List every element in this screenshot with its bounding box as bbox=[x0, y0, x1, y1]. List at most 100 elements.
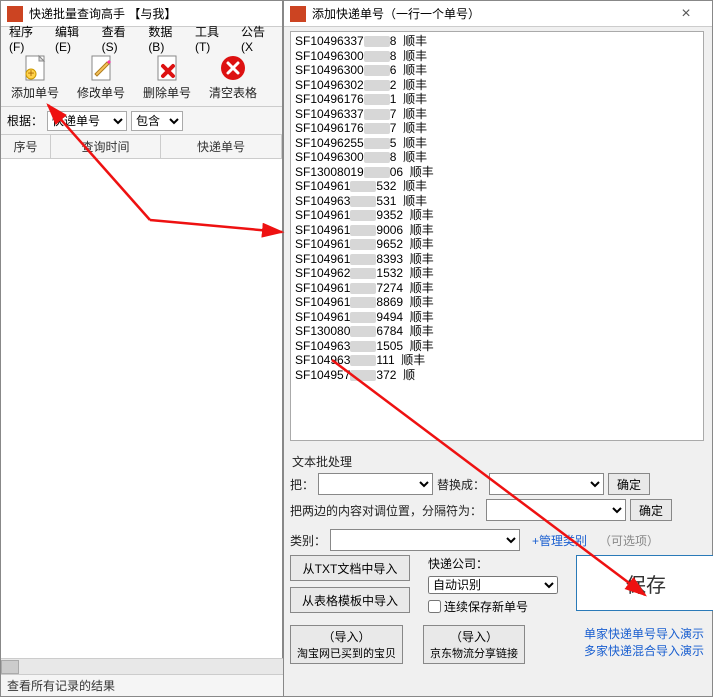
tracking-line: SF104963377 顺丰 bbox=[295, 107, 699, 122]
tracking-line: SF1049619652 顺丰 bbox=[295, 237, 699, 252]
tracking-line: SF1049619494 顺丰 bbox=[295, 310, 699, 325]
close-icon[interactable]: × bbox=[666, 5, 706, 23]
tracking-line: SF1300801906 顺丰 bbox=[295, 165, 699, 180]
col-tracking[interactable]: 快递单号 bbox=[161, 135, 282, 158]
filter-row: 根据： 快递单号 包含 bbox=[1, 107, 282, 135]
import-txt-button[interactable]: 从TXT文档中导入 bbox=[290, 555, 410, 581]
add-tracking-dialog: 添加快递单号（一行一个单号） × SF104963378 顺丰SF1049630… bbox=[283, 0, 713, 697]
tracking-line: SF104963008 顺丰 bbox=[295, 150, 699, 165]
filter-field-select[interactable]: 快递单号 bbox=[47, 111, 127, 131]
edit-tracking-button[interactable]: 修改单号 bbox=[71, 52, 131, 104]
replace-to-select[interactable] bbox=[489, 473, 604, 495]
swap-label: 把两边的内容对调位置，分隔符为： bbox=[290, 502, 482, 519]
menu-view[interactable]: 查看(S) bbox=[98, 21, 143, 56]
tool-label: 添加单号 bbox=[11, 84, 59, 101]
import-grid: 从TXT文档中导入 从表格模板中导入 快递公司： 自动识别 连续保存新单号 保存 bbox=[290, 555, 704, 615]
scroll-thumb[interactable] bbox=[1, 660, 19, 674]
filter-label: 根据： bbox=[7, 112, 43, 129]
dialog-titlebar: 添加快递单号（一行一个单号） × bbox=[284, 1, 712, 27]
menubar: 程序(F) 编辑(E) 查看(S) 数据(B) 工具(T) 公告(X bbox=[1, 27, 282, 49]
tracking-line: SF104963006 顺丰 bbox=[295, 63, 699, 78]
main-window: 快递批量查询高手 【与我】 程序(F) 编辑(E) 查看(S) 数据(B) 工具… bbox=[0, 0, 283, 697]
swap-ok-button[interactable]: 确定 bbox=[630, 499, 672, 521]
bottom-panel: 文本批处理 把： 替换成： 确定 把两边的内容对调位置，分隔符为： 确定 类别：… bbox=[290, 449, 704, 690]
category-hint: （可选项） bbox=[599, 532, 659, 549]
tracking-line: SF104963378 顺丰 bbox=[295, 34, 699, 49]
tracking-line: SF1049618393 顺丰 bbox=[295, 252, 699, 267]
clear-table-button[interactable]: 清空表格 bbox=[203, 52, 263, 104]
main-title: 快递批量查询高手 【与我】 bbox=[29, 5, 176, 22]
tracking-textarea[interactable]: SF104963378 顺丰SF104963008 顺丰SF104963006 … bbox=[290, 31, 704, 441]
grid-header: 序号 查询时间 快递单号 bbox=[1, 135, 282, 159]
tracking-line: SF104963531 顺丰 bbox=[295, 194, 699, 209]
import-taobao-button[interactable]: （导入） 淘宝网已买到的宝贝 bbox=[290, 625, 403, 664]
status-text: 查看所有记录的结果 bbox=[7, 677, 115, 694]
company-label: 快递公司： bbox=[428, 555, 558, 572]
menu-edit[interactable]: 编辑(E) bbox=[51, 21, 96, 56]
grid-body[interactable] bbox=[1, 159, 282, 659]
demo-single-link[interactable]: 单家快递单号导入演示 bbox=[584, 625, 704, 642]
company-select[interactable]: 自动识别 bbox=[428, 576, 558, 594]
swap-sep-select[interactable] bbox=[486, 499, 626, 521]
replace-from-select[interactable] bbox=[318, 473, 433, 495]
tracking-line: SF104961761 顺丰 bbox=[295, 92, 699, 107]
tracking-line: SF104963111 顺丰 bbox=[295, 353, 699, 368]
manage-category-link[interactable]: +管理类别 bbox=[532, 532, 587, 549]
batch-title: 文本批处理 bbox=[292, 453, 704, 470]
delete-page-icon bbox=[153, 54, 181, 82]
demo-multi-link[interactable]: 多家快递混合导入演示 bbox=[584, 642, 704, 659]
delete-tracking-button[interactable]: 删除单号 bbox=[137, 52, 197, 104]
svg-text:+: + bbox=[27, 66, 34, 80]
tool-label: 修改单号 bbox=[77, 84, 125, 101]
replace-to-label: 替换成： bbox=[437, 476, 485, 493]
replace-ok-button[interactable]: 确定 bbox=[608, 473, 650, 495]
category-row: 类别： +管理类别 （可选项） bbox=[290, 529, 704, 551]
dialog-title: 添加快递单号（一行一个单号） bbox=[312, 5, 480, 22]
category-label: 类别： bbox=[290, 532, 326, 549]
menu-program[interactable]: 程序(F) bbox=[5, 21, 49, 56]
tracking-line: SF104962555 顺丰 bbox=[295, 136, 699, 151]
replace-from-label: 把： bbox=[290, 476, 314, 493]
save-button[interactable]: 保存 bbox=[576, 555, 713, 611]
bottom-row: （导入） 淘宝网已买到的宝贝 （导入） 京东物流分享链接 单家快递单号导入演示 … bbox=[290, 619, 704, 664]
app-icon bbox=[290, 6, 306, 22]
tool-label: 清空表格 bbox=[209, 84, 257, 101]
tracking-line: SF1049619006 顺丰 bbox=[295, 223, 699, 238]
tracking-line: SF104961767 顺丰 bbox=[295, 121, 699, 136]
menu-data[interactable]: 数据(B) bbox=[144, 21, 189, 56]
toolbar: + 添加单号 修改单号 删除单号 清空表格 bbox=[1, 49, 282, 107]
swap-row: 把两边的内容对调位置，分隔符为： 确定 bbox=[290, 499, 704, 521]
tracking-line: SF104963022 顺丰 bbox=[295, 78, 699, 93]
col-index[interactable]: 序号 bbox=[1, 135, 51, 158]
tool-label: 删除单号 bbox=[143, 84, 191, 101]
statusbar: 查看所有记录的结果 bbox=[1, 674, 284, 696]
tracking-line: SF1049617274 顺丰 bbox=[295, 281, 699, 296]
paren-label: （导入） bbox=[322, 628, 370, 645]
add-page-icon: + bbox=[21, 54, 49, 82]
add-tracking-button[interactable]: + 添加单号 bbox=[5, 52, 65, 104]
col-querytime[interactable]: 查询时间 bbox=[51, 135, 161, 158]
import-template-button[interactable]: 从表格模板中导入 bbox=[290, 587, 410, 613]
tracking-line: SF1049621532 顺丰 bbox=[295, 266, 699, 281]
tracking-line: SF104957372 顺 bbox=[295, 368, 699, 383]
menu-notice[interactable]: 公告(X bbox=[237, 21, 278, 56]
category-select[interactable] bbox=[330, 529, 520, 551]
horizontal-scrollbar[interactable] bbox=[1, 658, 284, 674]
app-icon bbox=[7, 6, 23, 22]
taobao-sub: 淘宝网已买到的宝贝 bbox=[297, 645, 396, 661]
jd-sub: 京东物流分享链接 bbox=[430, 645, 518, 661]
clear-icon bbox=[219, 54, 247, 82]
tracking-line: SF1049631505 顺丰 bbox=[295, 339, 699, 354]
tracking-line: SF1049618869 顺丰 bbox=[295, 295, 699, 310]
tracking-line: SF104961532 顺丰 bbox=[295, 179, 699, 194]
tracking-line: SF1300806784 顺丰 bbox=[295, 324, 699, 339]
filter-op-select[interactable]: 包含 bbox=[131, 111, 183, 131]
tracking-line: SF1049619352 顺丰 bbox=[295, 208, 699, 223]
paren-label: （导入） bbox=[450, 628, 498, 645]
keep-saving-checkbox[interactable]: 连续保存新单号 bbox=[428, 598, 558, 615]
menu-tools[interactable]: 工具(T) bbox=[191, 21, 235, 56]
import-jd-button[interactable]: （导入） 京东物流分享链接 bbox=[423, 625, 525, 664]
replace-row: 把： 替换成： 确定 bbox=[290, 473, 704, 495]
edit-page-icon bbox=[87, 54, 115, 82]
tracking-line: SF104963008 顺丰 bbox=[295, 49, 699, 64]
